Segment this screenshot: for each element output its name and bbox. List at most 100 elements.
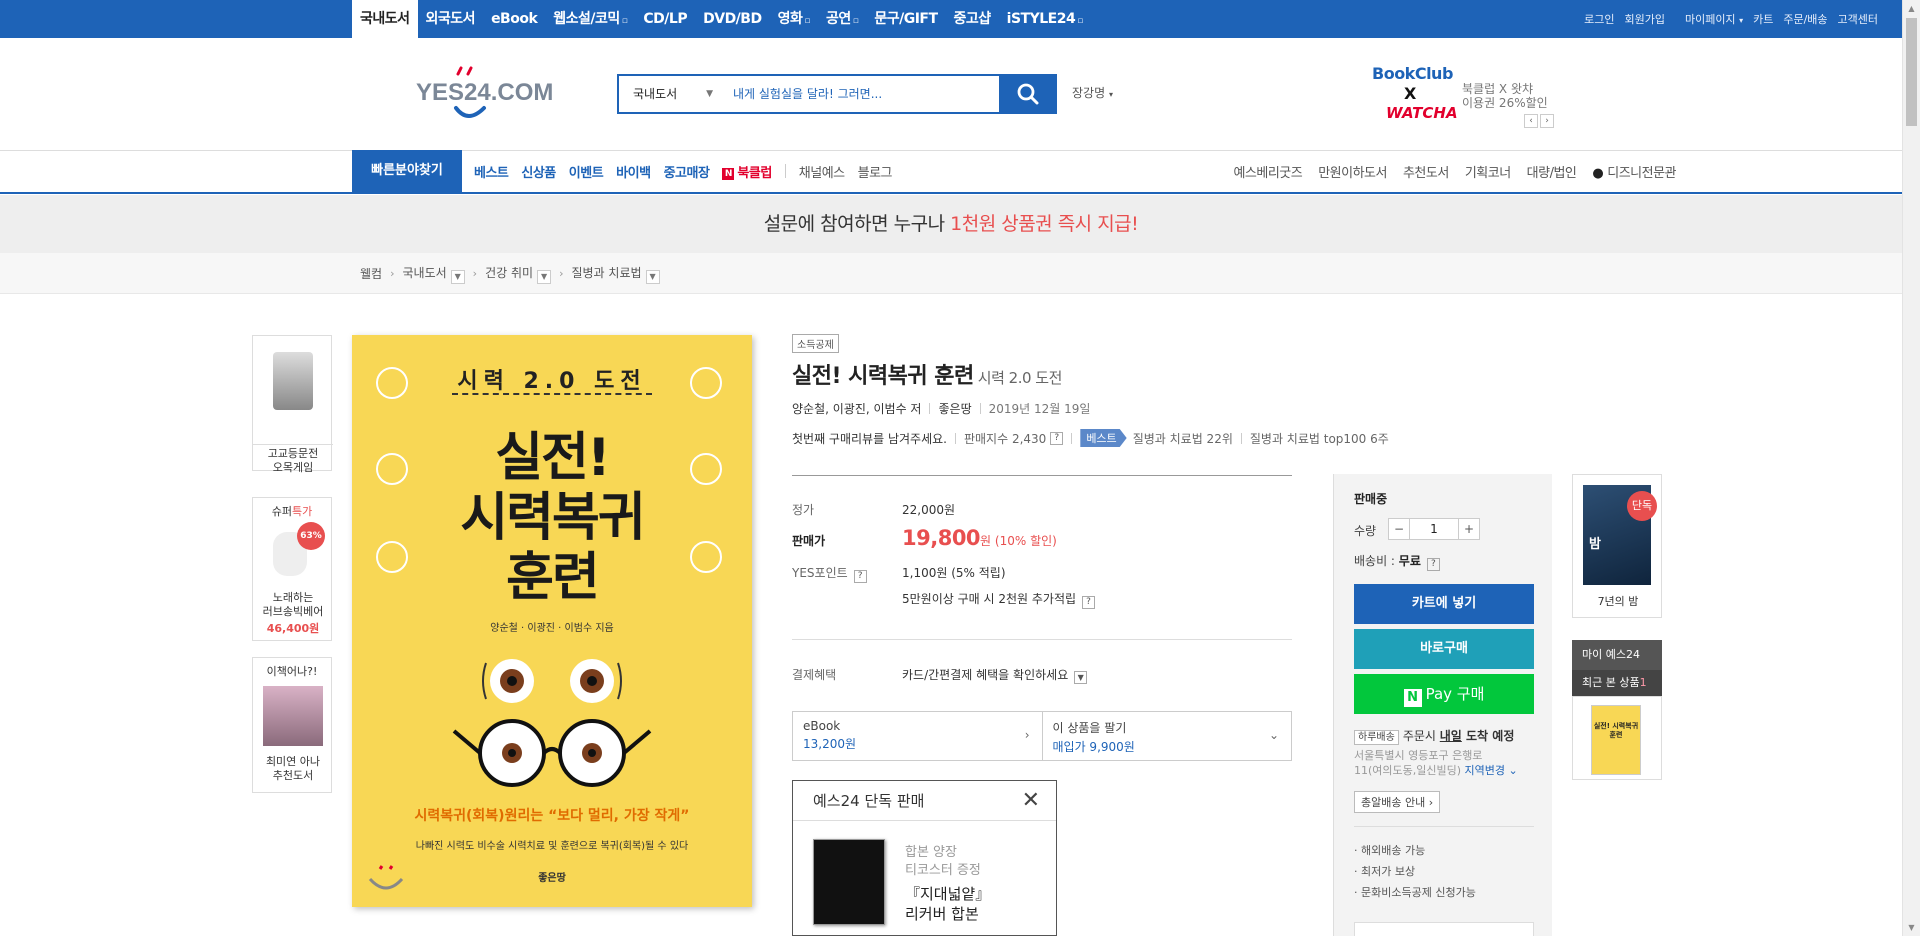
new-window-icon: ▫ [1077, 16, 1083, 26]
payment-benefit-link[interactable]: 카드/간편결제 혜택을 확인하세요 ▼ [902, 666, 1088, 684]
orders-link[interactable]: 주문/배송 [1783, 11, 1827, 27]
bullet-delivery-guide-button[interactable]: 총알배송 안내 › [1354, 791, 1441, 813]
format-options: eBook 13,200원 › 이 상품을 팔기 매입가 9,900원 ⌄ [792, 711, 1292, 761]
caret-down-icon: ▾ [1739, 16, 1744, 25]
cart-link[interactable]: 카트 [1753, 11, 1773, 27]
nav-best[interactable]: 베스트 [474, 162, 509, 181]
publisher-link[interactable]: 좋은땅 [938, 402, 971, 416]
cat-istyle24[interactable]: iSTYLE24 ▫ [999, 0, 1091, 38]
chevron-down-icon[interactable]: ▼ [537, 269, 552, 284]
secondary-nav-links: 예스베리굿즈 만원이하도서 추천도서 기획코너 대량/법인 ● 디즈니전문관 [1217, 150, 1676, 192]
chevron-left-icon[interactable]: ‹ [1524, 114, 1538, 128]
book-cover-image[interactable]: 시력 2.0 도전 실전! 시력복귀 훈련 양순철 · 이광진 · 이범수 지음… [352, 335, 752, 907]
review-prompt-link[interactable]: 첫번째 구매리뷰를 남겨주세요. [792, 430, 947, 447]
yes24-logo[interactable]: YES24.COM [416, 66, 556, 122]
side-ad-recommend[interactable]: 이책어나?! 최미연 아나 추천도서 [252, 657, 332, 793]
search-category-select[interactable]: 국내도서 ▼ [619, 76, 727, 112]
new-window-icon: ▫ [621, 16, 628, 26]
signup-link[interactable]: 회원가입 [1624, 11, 1664, 27]
close-icon[interactable]: ✕ [1022, 781, 1040, 821]
side-ad-special[interactable]: 슈퍼특가 63% 노래하는 러브송빅베어 46,400원 [252, 497, 332, 641]
scroll-up-icon[interactable]: ▲ [1903, 0, 1920, 17]
crumb-welcome[interactable]: 웰컴 [360, 265, 382, 282]
authors-link[interactable]: 양순철, 이광진, 이범수 저 [792, 402, 921, 416]
best-badge: 베스트 [1080, 429, 1127, 447]
quantity-input[interactable]: 1 [1409, 519, 1459, 539]
nav-special-corner[interactable]: 기획코너 [1465, 162, 1511, 181]
login-link[interactable]: 로그인 [1584, 11, 1614, 27]
recent-items-tab[interactable]: 최근 본 상품1 [1572, 670, 1662, 696]
cat-gift[interactable]: 문구/GIFT [866, 0, 945, 38]
cat-domestic-books[interactable]: 국내도서 [352, 0, 418, 38]
cat-used-shop[interactable]: 중고샵 [946, 0, 999, 38]
nav-recommended[interactable]: 추천도서 [1403, 162, 1449, 181]
chevron-right-icon: › [559, 267, 564, 280]
crumb-disease[interactable]: 질병과 치료법 ▼ [571, 264, 660, 284]
survey-banner[interactable]: 설문에 참여하면 누구나 1천원 상품권 즉시 지급! [0, 195, 1902, 253]
chart-icon [376, 541, 408, 573]
top-category-bar: 국내도서 외국도서 eBook 웹소설/코믹 ▫ CD/LP DVD/BD 영화 ▫… [0, 0, 1902, 38]
chevron-down-icon[interactable]: ▼ [450, 269, 465, 284]
chevron-down-icon[interactable]: ▼ [645, 269, 660, 284]
feature-item: · 문화비소득공제 신청가능 [1354, 886, 1476, 899]
cat-movie[interactable]: 영화 ▫ [770, 0, 818, 38]
search-input[interactable]: 내게 실험실을 달라! 그러면... [727, 76, 999, 112]
list-price-label: 정가 [792, 503, 815, 517]
help-icon[interactable]: ? [1050, 431, 1064, 445]
increment-button[interactable]: + [1459, 519, 1479, 539]
nav-disney[interactable]: ● 디즈니전문관 [1592, 162, 1676, 181]
boxset-image[interactable] [813, 839, 885, 925]
rank-link[interactable]: 질병과 치료법 22위 [1133, 430, 1233, 447]
mypage-link[interactable]: 마이페이지 ▾ [1675, 11, 1743, 27]
payment-benefit-label: 결제혜택 [792, 668, 837, 682]
crumb-health[interactable]: 건강 취미 ▼ [485, 264, 552, 284]
search-button[interactable] [999, 74, 1057, 114]
income-deduction-tag: 소득공제 [792, 334, 839, 353]
cat-ebook[interactable]: eBook [483, 0, 545, 38]
cat-cd-lp[interactable]: CD/LP [635, 0, 695, 38]
nav-bulk[interactable]: 대량/법인 [1527, 162, 1577, 181]
gift-text: 티코스터 증정 [905, 863, 981, 878]
nav-new[interactable]: 신상품 [521, 162, 556, 181]
naver-pay-button[interactable]: N Pay 구매 [1354, 674, 1534, 714]
nav-goods[interactable]: 예스베리굿즈 [1233, 162, 1302, 181]
eye-icon [376, 453, 408, 485]
nav-blog[interactable]: 블로그 [858, 162, 893, 181]
chevron-down-icon: ⌄ [1268, 728, 1279, 742]
nav-bookclub[interactable]: N 북클럽 [722, 162, 772, 181]
side-ad-title: 이책어나?! [266, 665, 318, 678]
buy-now-button[interactable]: 바로구매 [1354, 629, 1534, 669]
my-yes24-link[interactable]: 마이 예스24 [1582, 646, 1640, 662]
ebook-option[interactable]: eBook 13,200원 › [793, 712, 1042, 760]
nav-buyback[interactable]: 바이백 [616, 162, 651, 181]
quick-category-button[interactable]: 빠른분야찾기 [352, 150, 462, 194]
top100-link[interactable]: 질병과 치료법 top100 6주 [1250, 430, 1389, 447]
recommended-book-card[interactable]: 밤 단독 7년의 밤 [1572, 474, 1662, 618]
page-scrollbar[interactable]: ▲ ▼ [1902, 0, 1920, 936]
add-to-cart-button[interactable]: 카트에 넣기 [1354, 584, 1534, 624]
help-icon[interactable]: ? [1426, 558, 1440, 571]
cat-foreign-books[interactable]: 외국도서 [418, 0, 484, 38]
side-ad-game[interactable]: 고교등문전 오목게임 [252, 335, 333, 474]
nav-event[interactable]: 이벤트 [569, 162, 604, 181]
decrement-button[interactable]: − [1389, 519, 1409, 539]
cover-tagline: 시력복귀(회복)원리는 “보다 멀리, 가장 작게” [414, 808, 690, 824]
nav-used-store[interactable]: 중고매장 [664, 162, 710, 181]
cat-performance[interactable]: 공연 ▫ [818, 0, 866, 38]
cat-webnovel[interactable]: 웹소설/코믹 ▫ [545, 0, 635, 38]
cat-dvd-bd[interactable]: DVD/BD [695, 0, 769, 38]
scroll-thumb[interactable] [1906, 18, 1917, 126]
scroll-down-icon[interactable]: ▼ [1903, 919, 1920, 936]
nav-under-10k[interactable]: 만원이하도서 [1318, 162, 1387, 181]
more-button[interactable] [1354, 922, 1534, 936]
change-region-link[interactable]: 지역변경 ⌄ [1465, 764, 1518, 777]
help-icon[interactable]: ? [853, 570, 867, 583]
sell-product-option[interactable]: 이 상품을 팔기 매입가 9,900원 ⌄ [1041, 712, 1292, 760]
recent-item[interactable]: 실전! 시력복귀 훈련 [1572, 696, 1662, 780]
search-keyword-link[interactable]: 장강명 ▾ [1072, 84, 1113, 101]
help-icon[interactable]: ? [1082, 596, 1096, 609]
nav-channel-yes[interactable]: 채널예스 [799, 162, 845, 181]
crumb-domestic[interactable]: 국내도서 ▼ [403, 264, 465, 284]
chevron-right-icon[interactable]: › [1540, 114, 1554, 128]
customer-center-link[interactable]: 고객센터 [1838, 11, 1878, 27]
